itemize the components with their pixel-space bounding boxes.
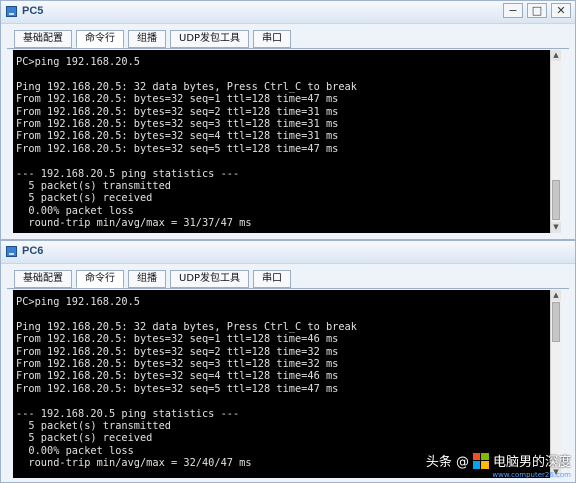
tab-multicast[interactable]: 组播 <box>128 30 166 48</box>
scroll-thumb[interactable] <box>552 302 560 342</box>
tab-basic-config[interactable]: 基础配置 <box>14 30 72 48</box>
restore-button[interactable]: □ <box>527 3 547 18</box>
scroll-up-icon[interactable]: ▲ <box>551 290 561 301</box>
logo-green <box>481 452 489 460</box>
pc-icon <box>6 6 17 17</box>
console-output[interactable]: PC>ping 192.168.20.5 Ping 192.168.20.5: … <box>13 290 561 478</box>
pc6-window: PC6 基础配置 命令行 组播 UDP发包工具 串口 PC>ping 192.1… <box>0 240 576 483</box>
tab-bar: 基础配置 命令行 组播 UDP发包工具 串口 <box>14 30 292 48</box>
scroll-down-icon[interactable]: ▼ <box>551 222 561 233</box>
window-title: PC5 <box>22 5 44 17</box>
title-bar[interactable]: PC6 <box>1 241 575 264</box>
window-title: PC6 <box>22 245 44 257</box>
console-text: PC>ping 192.168.20.5 Ping 192.168.20.5: … <box>16 296 357 470</box>
tab-serial-port[interactable]: 串口 <box>253 270 292 288</box>
tab-udp-tool[interactable]: UDP发包工具 <box>170 30 250 48</box>
watermark: 头条 @ 电脑男的深度 www.computer26.com <box>425 451 571 479</box>
watermark-author: 电脑男的深度 <box>492 455 571 470</box>
logo-blue <box>472 461 481 469</box>
tab-bar: 基础配置 命令行 组播 UDP发包工具 串口 <box>14 270 292 288</box>
windows-logo-icon <box>472 452 489 469</box>
title-bar[interactable]: PC5 − □ ✕ <box>1 1 575 24</box>
tab-command-line[interactable]: 命令行 <box>76 270 124 288</box>
console-scrollbar[interactable]: ▲ ▼ <box>550 50 561 233</box>
window-controls: − □ ✕ <box>503 3 571 18</box>
tab-udp-tool[interactable]: UDP发包工具 <box>170 270 250 288</box>
console-text: PC>ping 192.168.20.5 Ping 192.168.20.5: … <box>16 56 357 230</box>
logo-red <box>472 452 481 460</box>
console-scrollbar[interactable]: ▲ ▼ <box>550 290 561 478</box>
pc-icon <box>6 246 17 257</box>
tab-command-line[interactable]: 命令行 <box>76 30 124 48</box>
tab-serial-port[interactable]: 串口 <box>253 30 292 48</box>
scroll-up-icon[interactable]: ▲ <box>551 50 561 61</box>
close-button[interactable]: ✕ <box>551 3 571 18</box>
scroll-thumb[interactable] <box>552 180 560 220</box>
tab-multicast[interactable]: 组播 <box>128 270 166 288</box>
logo-yellow <box>481 461 489 469</box>
tab-basic-config[interactable]: 基础配置 <box>14 270 72 288</box>
tab-divider <box>7 288 569 289</box>
minimize-button[interactable]: − <box>503 3 523 18</box>
pc5-window: PC5 − □ ✕ 基础配置 命令行 组播 UDP发包工具 串口 PC>ping… <box>0 0 576 240</box>
console-output[interactable]: PC>ping 192.168.20.5 Ping 192.168.20.5: … <box>13 50 561 233</box>
tab-divider <box>7 48 569 49</box>
watermark-prefix: 头条 @ <box>425 455 469 470</box>
watermark-site: www.computer26.com <box>492 471 571 479</box>
